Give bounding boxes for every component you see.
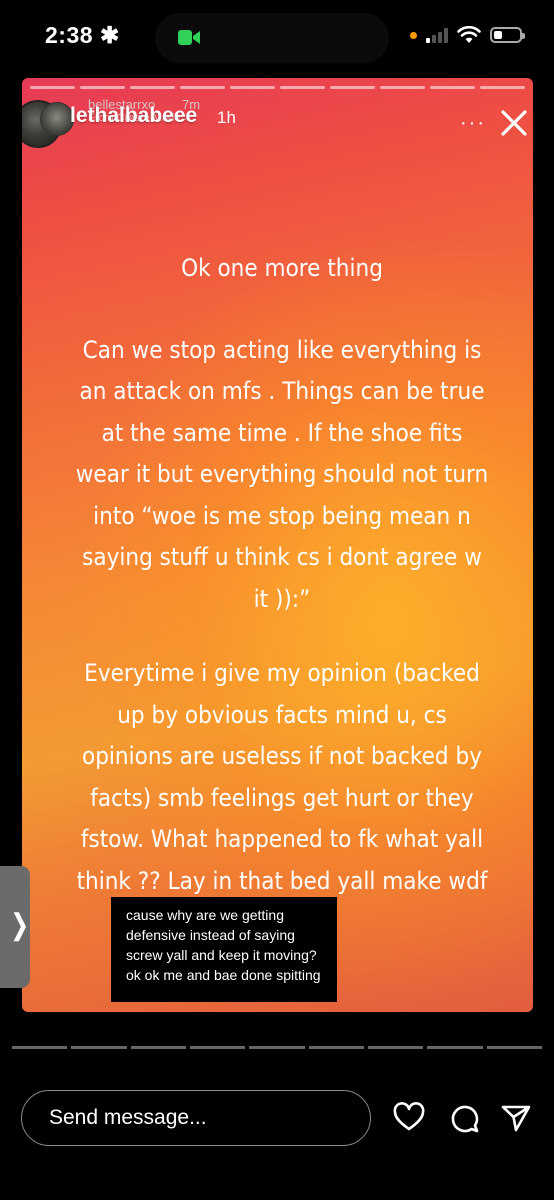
battery-icon — [490, 27, 525, 43]
story-header: bellestarrxo 7m From Create Mode > letha… — [22, 96, 533, 148]
status-time: 2:38 ✱ — [45, 22, 120, 48]
caption-box: cause why are we getting defensive inste… — [111, 897, 337, 1002]
story-card[interactable]: bellestarrxo 7m From Create Mode > letha… — [22, 78, 533, 1012]
story-paragraph: Everytime i give my opinion (backed up b… — [76, 659, 488, 895]
system-indicators — [410, 26, 525, 44]
cellular-signal-icon — [426, 27, 448, 43]
send-message-input[interactable]: Send message... — [21, 1090, 371, 1146]
close-icon[interactable] — [499, 108, 529, 138]
story-tray-divider — [12, 1046, 542, 1049]
story-text: Ok one more thing Can we stop acting lik… — [75, 248, 489, 902]
story-heading: Ok one more thing — [181, 254, 383, 282]
story-paragraph: Can we stop acting like everything is an… — [75, 335, 489, 613]
send-icon[interactable] — [500, 1102, 532, 1134]
story-progress-bars — [22, 86, 533, 89]
mic-in-use-dot — [410, 31, 417, 39]
wifi-icon — [457, 26, 481, 43]
camera-in-use-icon — [178, 30, 200, 45]
chevron-right-icon: ❭ — [8, 909, 32, 940]
story-time-ago: 1h — [217, 108, 236, 127]
send-message-placeholder: Send message... — [49, 1106, 207, 1129]
heart-icon[interactable] — [393, 1102, 425, 1134]
comment-icon[interactable] — [448, 1102, 480, 1134]
more-options-icon[interactable]: ··· — [460, 112, 486, 135]
side-expand-tab[interactable]: ❭ — [0, 866, 32, 988]
original-poster-avatar[interactable] — [40, 102, 74, 136]
dynamic-island — [155, 13, 389, 63]
focus-mode-icon: ✱ — [99, 22, 120, 48]
story-username[interactable]: lethalbabeee — [70, 104, 197, 128]
